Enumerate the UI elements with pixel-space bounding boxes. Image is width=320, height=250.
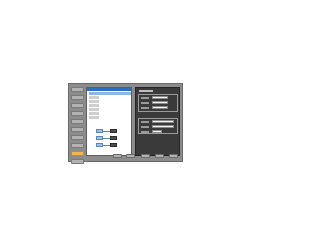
list-item[interactable] xyxy=(89,104,99,107)
property-label xyxy=(141,97,149,99)
sidebar-item-active[interactable] xyxy=(71,151,84,156)
list-item[interactable] xyxy=(89,112,99,115)
property-label xyxy=(141,107,149,109)
diagram-node[interactable] xyxy=(110,136,117,140)
sidebar-item-10[interactable] xyxy=(71,159,84,164)
property-label xyxy=(141,121,149,123)
sidebar-item-2[interactable] xyxy=(71,95,84,100)
list-item[interactable] xyxy=(89,116,99,119)
property-field[interactable] xyxy=(152,96,168,99)
list-item[interactable] xyxy=(89,92,131,95)
list-item[interactable] xyxy=(89,96,99,99)
diagram-link xyxy=(103,138,110,139)
sidebar-nav xyxy=(71,87,85,167)
footer-button-3[interactable] xyxy=(141,154,150,158)
sidebar-item-5[interactable] xyxy=(71,119,84,124)
footer-button-5[interactable] xyxy=(169,154,178,158)
diagram-link xyxy=(103,131,110,132)
property-field[interactable] xyxy=(152,125,174,128)
screenshot-stage xyxy=(0,0,250,250)
list-header-selected[interactable] xyxy=(87,88,131,91)
properties-title xyxy=(139,90,153,92)
properties-panel xyxy=(135,87,180,156)
property-field[interactable] xyxy=(152,101,168,104)
diagram-node[interactable] xyxy=(96,143,103,147)
sidebar-item-6[interactable] xyxy=(71,127,84,132)
property-label xyxy=(141,126,149,128)
footer-button-1[interactable] xyxy=(113,154,122,158)
diagram-node[interactable] xyxy=(96,129,103,133)
diagram-node[interactable] xyxy=(110,143,117,147)
diagram-node[interactable] xyxy=(110,129,117,133)
sidebar-item-4[interactable] xyxy=(71,111,84,116)
sidebar-item-3[interactable] xyxy=(71,103,84,108)
footer-button-2[interactable] xyxy=(126,154,135,158)
footer-button-4[interactable] xyxy=(155,154,164,158)
property-label xyxy=(141,131,149,133)
property-label xyxy=(141,102,149,104)
property-field[interactable] xyxy=(152,130,162,133)
list-item[interactable] xyxy=(89,100,99,103)
property-field[interactable] xyxy=(152,106,168,109)
diagram-link xyxy=(103,145,110,146)
sidebar-item-7[interactable] xyxy=(71,135,84,140)
diagram-node[interactable] xyxy=(96,136,103,140)
sidebar-item-1[interactable] xyxy=(71,87,84,92)
diagram-preview xyxy=(90,127,130,154)
sidebar-item-8[interactable] xyxy=(71,143,84,148)
property-field[interactable] xyxy=(152,120,174,123)
list-item[interactable] xyxy=(89,108,99,111)
